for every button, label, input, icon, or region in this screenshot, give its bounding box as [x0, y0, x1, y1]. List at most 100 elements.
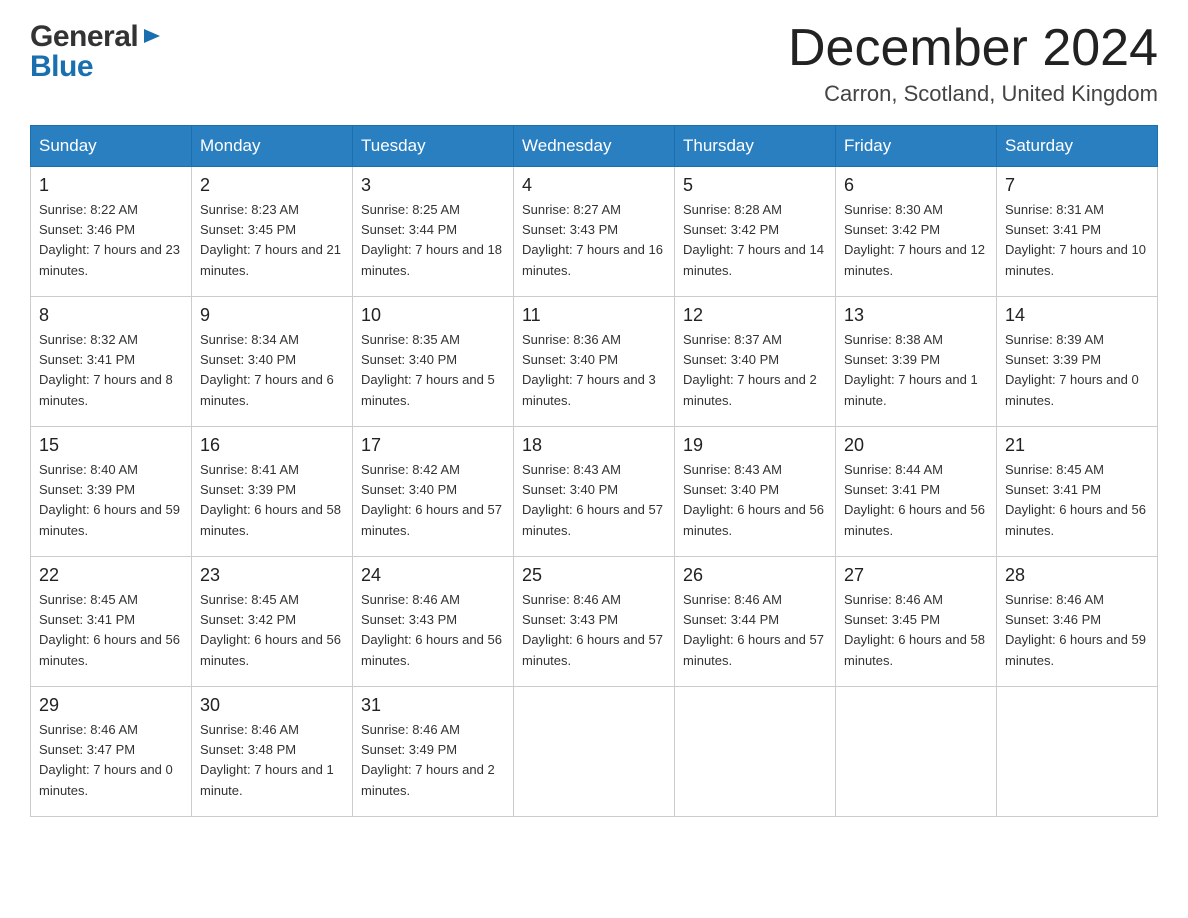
day-number: 3 — [361, 175, 505, 196]
day-number: 4 — [522, 175, 666, 196]
day-info: Sunrise: 8:46 AMSunset: 3:44 PMDaylight:… — [683, 592, 824, 667]
logo: General Blue — [30, 20, 162, 84]
day-number: 22 — [39, 565, 183, 586]
day-number: 28 — [1005, 565, 1149, 586]
calendar-cell: 2 Sunrise: 8:23 AMSunset: 3:45 PMDayligh… — [192, 167, 353, 297]
page-header: General Blue December 2024 Carron, Scotl… — [30, 20, 1158, 107]
day-number: 21 — [1005, 435, 1149, 456]
day-info: Sunrise: 8:43 AMSunset: 3:40 PMDaylight:… — [522, 462, 663, 537]
calendar-cell: 24 Sunrise: 8:46 AMSunset: 3:43 PMDaylig… — [353, 557, 514, 687]
calendar-cell: 19 Sunrise: 8:43 AMSunset: 3:40 PMDaylig… — [675, 427, 836, 557]
calendar-cell: 6 Sunrise: 8:30 AMSunset: 3:42 PMDayligh… — [836, 167, 997, 297]
day-info: Sunrise: 8:28 AMSunset: 3:42 PMDaylight:… — [683, 202, 824, 277]
header-thursday: Thursday — [675, 126, 836, 167]
calendar-cell: 8 Sunrise: 8:32 AMSunset: 3:41 PMDayligh… — [31, 297, 192, 427]
calendar-cell: 17 Sunrise: 8:42 AMSunset: 3:40 PMDaylig… — [353, 427, 514, 557]
calendar-cell: 10 Sunrise: 8:35 AMSunset: 3:40 PMDaylig… — [353, 297, 514, 427]
logo-blue-text: Blue — [30, 50, 93, 84]
day-info: Sunrise: 8:39 AMSunset: 3:39 PMDaylight:… — [1005, 332, 1139, 407]
header-saturday: Saturday — [997, 126, 1158, 167]
day-info: Sunrise: 8:25 AMSunset: 3:44 PMDaylight:… — [361, 202, 502, 277]
calendar-cell: 1 Sunrise: 8:22 AMSunset: 3:46 PMDayligh… — [31, 167, 192, 297]
calendar-cell — [836, 687, 997, 817]
calendar-cell: 21 Sunrise: 8:45 AMSunset: 3:41 PMDaylig… — [997, 427, 1158, 557]
day-info: Sunrise: 8:46 AMSunset: 3:49 PMDaylight:… — [361, 722, 495, 797]
calendar-cell: 26 Sunrise: 8:46 AMSunset: 3:44 PMDaylig… — [675, 557, 836, 687]
header-monday: Monday — [192, 126, 353, 167]
calendar-cell: 25 Sunrise: 8:46 AMSunset: 3:43 PMDaylig… — [514, 557, 675, 687]
day-info: Sunrise: 8:43 AMSunset: 3:40 PMDaylight:… — [683, 462, 824, 537]
calendar-cell — [997, 687, 1158, 817]
calendar-cell: 4 Sunrise: 8:27 AMSunset: 3:43 PMDayligh… — [514, 167, 675, 297]
calendar-cell: 27 Sunrise: 8:46 AMSunset: 3:45 PMDaylig… — [836, 557, 997, 687]
logo-arrow-icon — [140, 25, 162, 47]
day-number: 10 — [361, 305, 505, 326]
day-number: 30 — [200, 695, 344, 716]
calendar-cell: 20 Sunrise: 8:44 AMSunset: 3:41 PMDaylig… — [836, 427, 997, 557]
day-info: Sunrise: 8:46 AMSunset: 3:46 PMDaylight:… — [1005, 592, 1146, 667]
calendar-table: SundayMondayTuesdayWednesdayThursdayFrid… — [30, 125, 1158, 817]
day-number: 15 — [39, 435, 183, 456]
header-friday: Friday — [836, 126, 997, 167]
calendar-cell: 14 Sunrise: 8:39 AMSunset: 3:39 PMDaylig… — [997, 297, 1158, 427]
day-number: 26 — [683, 565, 827, 586]
calendar-cell: 22 Sunrise: 8:45 AMSunset: 3:41 PMDaylig… — [31, 557, 192, 687]
day-number: 23 — [200, 565, 344, 586]
calendar-cell: 9 Sunrise: 8:34 AMSunset: 3:40 PMDayligh… — [192, 297, 353, 427]
day-number: 18 — [522, 435, 666, 456]
day-number: 5 — [683, 175, 827, 196]
day-number: 19 — [683, 435, 827, 456]
header-tuesday: Tuesday — [353, 126, 514, 167]
calendar-cell — [514, 687, 675, 817]
calendar-week-4: 22 Sunrise: 8:45 AMSunset: 3:41 PMDaylig… — [31, 557, 1158, 687]
calendar-cell: 13 Sunrise: 8:38 AMSunset: 3:39 PMDaylig… — [836, 297, 997, 427]
calendar-cell: 23 Sunrise: 8:45 AMSunset: 3:42 PMDaylig… — [192, 557, 353, 687]
calendar-week-1: 1 Sunrise: 8:22 AMSunset: 3:46 PMDayligh… — [31, 167, 1158, 297]
calendar-cell: 29 Sunrise: 8:46 AMSunset: 3:47 PMDaylig… — [31, 687, 192, 817]
calendar-cell — [675, 687, 836, 817]
day-info: Sunrise: 8:35 AMSunset: 3:40 PMDaylight:… — [361, 332, 495, 407]
day-info: Sunrise: 8:46 AMSunset: 3:45 PMDaylight:… — [844, 592, 985, 667]
calendar-cell: 7 Sunrise: 8:31 AMSunset: 3:41 PMDayligh… — [997, 167, 1158, 297]
day-info: Sunrise: 8:45 AMSunset: 3:42 PMDaylight:… — [200, 592, 341, 667]
day-number: 25 — [522, 565, 666, 586]
calendar-header-row: SundayMondayTuesdayWednesdayThursdayFrid… — [31, 126, 1158, 167]
day-info: Sunrise: 8:30 AMSunset: 3:42 PMDaylight:… — [844, 202, 985, 277]
day-info: Sunrise: 8:46 AMSunset: 3:47 PMDaylight:… — [39, 722, 173, 797]
day-info: Sunrise: 8:31 AMSunset: 3:41 PMDaylight:… — [1005, 202, 1146, 277]
day-number: 16 — [200, 435, 344, 456]
calendar-week-3: 15 Sunrise: 8:40 AMSunset: 3:39 PMDaylig… — [31, 427, 1158, 557]
day-number: 9 — [200, 305, 344, 326]
day-number: 2 — [200, 175, 344, 196]
day-number: 1 — [39, 175, 183, 196]
day-number: 14 — [1005, 305, 1149, 326]
day-number: 31 — [361, 695, 505, 716]
day-number: 27 — [844, 565, 988, 586]
day-info: Sunrise: 8:34 AMSunset: 3:40 PMDaylight:… — [200, 332, 334, 407]
calendar-title-block: December 2024 Carron, Scotland, United K… — [788, 20, 1158, 107]
day-info: Sunrise: 8:42 AMSunset: 3:40 PMDaylight:… — [361, 462, 502, 537]
calendar-cell: 30 Sunrise: 8:46 AMSunset: 3:48 PMDaylig… — [192, 687, 353, 817]
calendar-week-2: 8 Sunrise: 8:32 AMSunset: 3:41 PMDayligh… — [31, 297, 1158, 427]
day-number: 8 — [39, 305, 183, 326]
day-info: Sunrise: 8:41 AMSunset: 3:39 PMDaylight:… — [200, 462, 341, 537]
calendar-cell: 3 Sunrise: 8:25 AMSunset: 3:44 PMDayligh… — [353, 167, 514, 297]
calendar-cell: 18 Sunrise: 8:43 AMSunset: 3:40 PMDaylig… — [514, 427, 675, 557]
day-info: Sunrise: 8:46 AMSunset: 3:43 PMDaylight:… — [361, 592, 502, 667]
day-info: Sunrise: 8:40 AMSunset: 3:39 PMDaylight:… — [39, 462, 180, 537]
day-number: 6 — [844, 175, 988, 196]
calendar-cell: 16 Sunrise: 8:41 AMSunset: 3:39 PMDaylig… — [192, 427, 353, 557]
day-number: 20 — [844, 435, 988, 456]
day-info: Sunrise: 8:45 AMSunset: 3:41 PMDaylight:… — [1005, 462, 1146, 537]
calendar-cell: 15 Sunrise: 8:40 AMSunset: 3:39 PMDaylig… — [31, 427, 192, 557]
day-info: Sunrise: 8:45 AMSunset: 3:41 PMDaylight:… — [39, 592, 180, 667]
day-info: Sunrise: 8:44 AMSunset: 3:41 PMDaylight:… — [844, 462, 985, 537]
calendar-week-5: 29 Sunrise: 8:46 AMSunset: 3:47 PMDaylig… — [31, 687, 1158, 817]
day-number: 29 — [39, 695, 183, 716]
day-number: 17 — [361, 435, 505, 456]
day-info: Sunrise: 8:46 AMSunset: 3:43 PMDaylight:… — [522, 592, 663, 667]
header-sunday: Sunday — [31, 126, 192, 167]
day-number: 11 — [522, 305, 666, 326]
day-number: 13 — [844, 305, 988, 326]
day-info: Sunrise: 8:23 AMSunset: 3:45 PMDaylight:… — [200, 202, 341, 277]
